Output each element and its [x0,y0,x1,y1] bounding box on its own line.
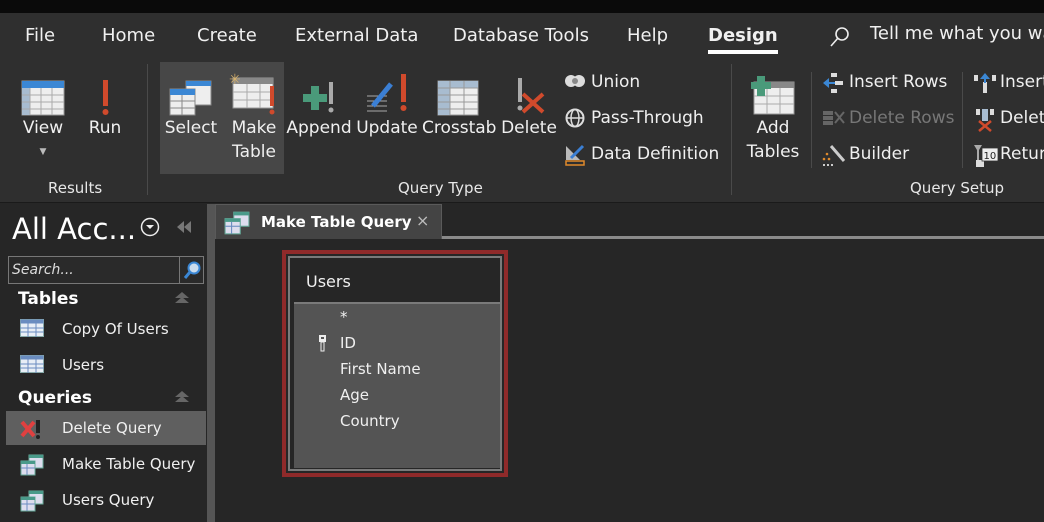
nav-item-users-query[interactable]: Users Query [6,483,206,517]
run-label: Run [88,118,122,138]
primary-key-icon [319,335,326,352]
tab-help[interactable]: Help [627,25,668,46]
field-id[interactable]: ID [340,334,356,352]
make-table-button[interactable]: ✳ Make Table [226,62,282,164]
group-separator [147,64,148,195]
crosstab-label: Crosstab [422,118,497,138]
dropdown-circle-icon[interactable] [140,217,160,237]
field-first-name[interactable]: First Name [340,360,421,378]
field-list-users[interactable]: Users * ID First Name Age Country [282,250,508,477]
globe-icon [565,108,585,128]
exclamation-run-icon [102,80,109,115]
view-label: View [22,118,64,138]
group-separator [731,64,732,195]
tab-design[interactable]: Design [708,25,778,54]
delete-rows-icon [823,111,845,125]
append-label: Append [286,118,352,138]
nav-pane-scrollbar[interactable] [207,204,215,522]
table-icon [20,355,44,373]
add-label-2: Tables [746,142,800,162]
select-query-icon [169,80,212,116]
make-label-2: Table [232,142,276,162]
make-label-1: Make [231,118,277,138]
view-button[interactable]: View ▼ [18,62,68,164]
update-label: Update [356,118,418,138]
search-box [8,256,204,284]
query-type-group-label: Query Type [398,179,483,197]
field-list-body: * ID First Name Age Country [294,302,500,468]
insert-columns-icon [974,73,996,93]
collapse-group-icon[interactable] [174,390,190,404]
crosstab-icon [437,80,479,116]
union-icon [565,75,585,87]
append-button[interactable]: Append [286,62,352,140]
field-age[interactable]: Age [340,386,369,404]
ribbon-tabs: File Home Create External Data Database … [0,13,1044,60]
tab-home[interactable]: Home [102,25,155,46]
delete-columns-icon [976,109,994,132]
insert-rows-icon [823,73,843,93]
run-button[interactable]: Run [84,62,126,140]
add-table-icon [751,76,795,115]
nav-item-delete-query[interactable]: Delete Query [6,411,206,445]
select-button[interactable]: Select [164,62,218,140]
svg-text:✳: ✳ [229,72,241,88]
title-bar [0,0,1044,13]
close-icon[interactable]: × [416,211,429,230]
builder-wand-icon [822,145,846,166]
chevron-down-icon[interactable]: ▼ [18,140,68,164]
delete-query-icon [517,78,545,114]
collapse-group-icon[interactable] [174,291,190,305]
nav-group-tables[interactable]: Tables [18,289,79,309]
table-icon [20,319,44,337]
query-setup-group-label: Query Setup [910,179,1005,197]
query-icon [20,490,44,512]
append-icon [303,82,334,113]
search-button[interactable] [179,257,204,283]
separator [811,72,812,168]
search-icon [183,261,201,279]
nav-pane-title[interactable]: All Acc... [12,212,136,246]
nav-item-users[interactable]: Users [6,348,206,382]
tab-file[interactable]: File [25,25,55,46]
ribbon: View ▼ Run Results Select ✳ Make Table A… [0,60,1044,203]
nav-item-make-table-query[interactable]: Make Table Query [6,447,206,481]
search-input[interactable] [9,257,179,283]
update-icon [367,74,407,112]
tab-create[interactable]: Create [197,25,257,46]
crosstab-button[interactable]: Crosstab [422,62,497,140]
datasheet-view-icon [21,80,65,116]
document-tab-make-table-query[interactable]: Make Table Query × [215,204,442,239]
add-tables-button[interactable]: Add Tables [744,62,802,164]
add-label-1: Add [756,118,790,138]
field-list-title[interactable]: Users [306,272,351,291]
svg-text:10: 10 [984,151,997,162]
collapse-pane-icon[interactable] [176,220,192,234]
document-tab-label: Make Table Query [261,213,412,231]
separator [962,72,963,168]
data-definition-icon [565,144,585,166]
field-country[interactable]: Country [340,412,400,430]
return-top-icon: 10 [974,145,999,167]
results-group-label: Results [48,179,103,197]
query-icon [20,454,44,476]
update-button[interactable]: Update [356,62,418,140]
tab-external-data[interactable]: External Data [295,25,418,46]
search-icon [830,27,849,47]
query-icon [224,211,250,235]
make-table-icon: ✳ [229,72,275,115]
select-label: Select [164,118,218,138]
nav-group-queries[interactable]: Queries [18,388,92,408]
delete-query-icon [20,420,40,439]
delete-button[interactable]: Delete [500,62,558,140]
navigation-pane: All Acc... Tables Copy Of Users Users Qu… [0,204,207,522]
nav-item-copy-of-users[interactable]: Copy Of Users [6,312,206,346]
delete-label: Delete [501,118,557,138]
field-all[interactable]: * [340,308,348,326]
tab-database-tools[interactable]: Database Tools [453,25,589,46]
tell-me-text: Tell me what you wa [870,23,1044,44]
